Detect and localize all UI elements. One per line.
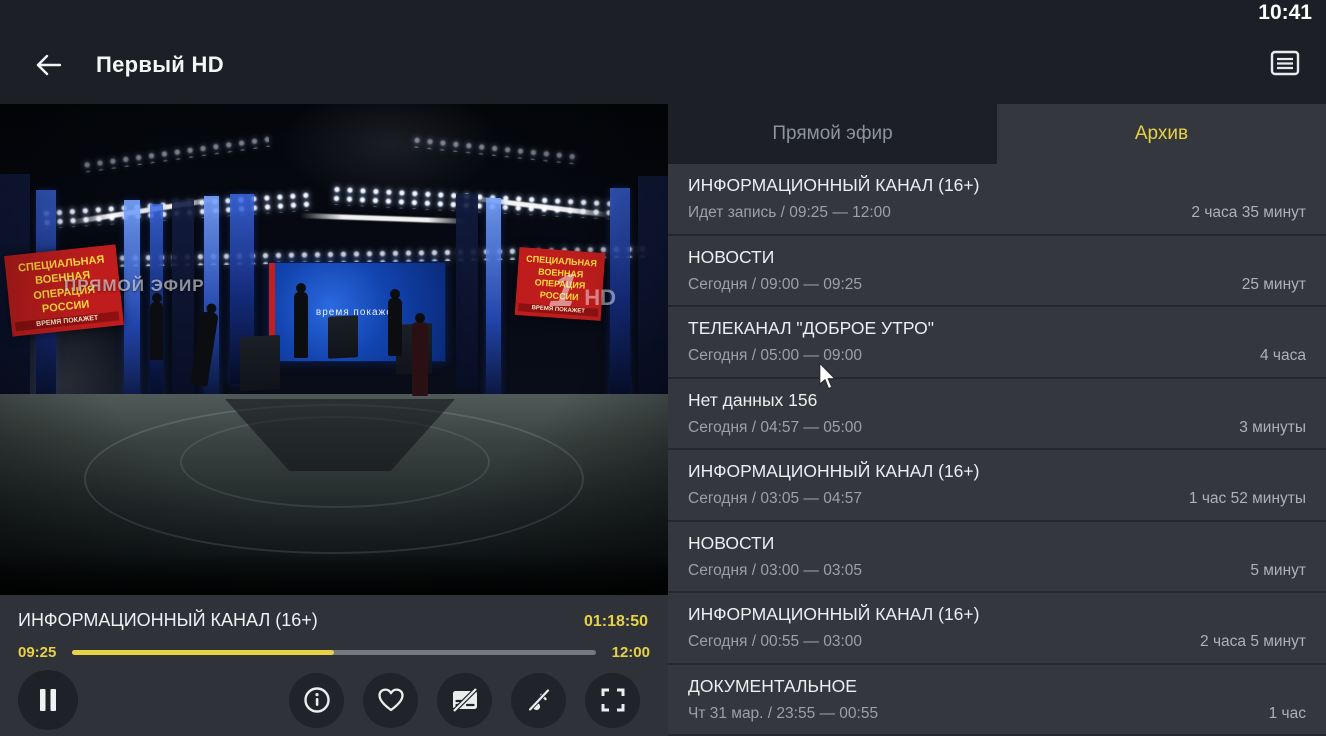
program-time: Сегодня / 05:00 — 09:00 bbox=[688, 347, 862, 365]
pause-button[interactable] bbox=[18, 670, 78, 730]
tv-player-app: 10:41 Первый HD bbox=[0, 0, 1326, 736]
playlist-menu-icon bbox=[1270, 50, 1300, 76]
archive-list-item[interactable]: НОВОСТИ Сегодня / 09:00 — 09:25 25 минут bbox=[668, 236, 1326, 308]
archive-list: ИНФОРМАЦИОННЫЙ КАНАЛ (16+) Идет запись /… bbox=[668, 164, 1326, 736]
progress-fill bbox=[72, 650, 334, 655]
program-title: ДОКУМЕНТАЛЬНОЕ bbox=[688, 676, 1306, 697]
light-streak bbox=[300, 213, 470, 224]
tab-live[interactable]: Прямой эфир bbox=[668, 104, 997, 164]
back-arrow-icon bbox=[35, 54, 61, 76]
screen-pillar bbox=[456, 194, 478, 389]
progress-row: 09:25 12:00 bbox=[0, 631, 668, 661]
channel-logo-hd: HD bbox=[584, 285, 616, 311]
archive-list-item[interactable]: Нет данных 156 Сегодня / 04:57 — 05:00 3 … bbox=[668, 379, 1326, 451]
subtitles-button[interactable] bbox=[437, 673, 492, 728]
program-duration: 4 часа bbox=[1260, 347, 1306, 365]
program-duration: 2 часа 35 минут bbox=[1191, 204, 1306, 222]
program-title: ИНФОРМАЦИОННЫЙ КАНАЛ (16+) bbox=[688, 175, 1306, 196]
program-time: Идет запись / 09:25 — 12:00 bbox=[688, 204, 891, 222]
program-title: Нет данных 156 bbox=[688, 390, 1306, 411]
pause-icon bbox=[38, 688, 58, 712]
program-title: НОВОСТИ bbox=[688, 533, 1306, 554]
now-playing-title: ИНФОРМАЦИОННЫЙ КАНАЛ (16+) bbox=[18, 610, 318, 631]
info-button[interactable] bbox=[289, 673, 344, 728]
person-silhouette bbox=[294, 292, 308, 358]
fullscreen-button[interactable] bbox=[585, 673, 640, 728]
page-title: Первый HD bbox=[96, 52, 224, 78]
end-time: 12:00 bbox=[612, 644, 650, 661]
program-title: ИНФОРМАЦИОННЫЙ КАНАЛ (16+) bbox=[688, 461, 1306, 482]
back-button[interactable] bbox=[28, 45, 68, 85]
channel-one-logo: 1 HD bbox=[551, 270, 616, 311]
program-duration: 3 минуты bbox=[1239, 419, 1306, 437]
program-panel: Прямой эфир Архив ИНФОРМАЦИОННЫЙ КАНАЛ (… bbox=[668, 104, 1326, 736]
archive-list-item[interactable]: ДОКУМЕНТАЛЬНОЕ Чт 31 мар. / 23:55 — 00:5… bbox=[668, 665, 1326, 736]
fullscreen-icon bbox=[600, 687, 626, 713]
now-playing-row: ИНФОРМАЦИОННЫЙ КАНАЛ (16+) 01:18:50 bbox=[0, 595, 668, 631]
status-clock: 10:41 bbox=[1258, 1, 1312, 25]
program-time: Чт 31 мар. / 23:55 — 00:55 bbox=[688, 705, 878, 723]
program-duration: 25 минут bbox=[1242, 276, 1306, 294]
elapsed-time: 01:18:50 bbox=[584, 613, 648, 631]
heart-icon bbox=[377, 687, 405, 713]
cut-button[interactable] bbox=[511, 673, 566, 728]
top-bar: 10:41 Первый HD bbox=[0, 0, 1326, 104]
program-duration: 1 час 52 минуты bbox=[1189, 490, 1306, 508]
video-bottom-shade bbox=[0, 553, 668, 595]
program-time: Сегодня / 03:05 — 04:57 bbox=[688, 490, 862, 508]
archive-list-item[interactable]: ИНФОРМАЦИОННЫЙ КАНАЛ (16+) Идет запись /… bbox=[668, 164, 1326, 236]
program-title: ИНФОРМАЦИОННЫЙ КАНАЛ (16+) bbox=[688, 604, 1306, 625]
player-control-bar: ИНФОРМАЦИОННЫЙ КАНАЛ (16+) 01:18:50 09:2… bbox=[0, 595, 668, 736]
archive-list-item[interactable]: ИНФОРМАЦИОННЫЙ КАНАЛ (16+) Сегодня / 03:… bbox=[668, 450, 1326, 522]
archive-list-item[interactable]: НОВОСТИ Сегодня / 03:00 — 03:05 5 минут bbox=[668, 522, 1326, 594]
screen-pillar bbox=[172, 200, 194, 400]
program-title: НОВОСТИ bbox=[688, 247, 1306, 268]
playlist-button[interactable] bbox=[1264, 42, 1306, 84]
program-time: Сегодня / 00:55 — 03:00 bbox=[688, 633, 862, 651]
subtitles-off-icon bbox=[450, 686, 480, 714]
person-silhouette bbox=[150, 302, 163, 360]
live-watermark: ПРЯМОЙ ЭФИР bbox=[64, 276, 205, 296]
program-duration: 5 минут bbox=[1250, 562, 1306, 580]
seek-bar[interactable] bbox=[72, 650, 595, 655]
scissors-off-icon bbox=[525, 686, 553, 714]
tab-archive[interactable]: Архив bbox=[997, 104, 1326, 164]
ceiling-lights bbox=[80, 135, 270, 173]
program-title: ТЕЛЕКАНАЛ "ДОБРОЕ УТРО" bbox=[688, 318, 1306, 339]
tab-bar: Прямой эфир Архив bbox=[668, 104, 1326, 164]
screen-pillar bbox=[124, 200, 140, 405]
playback-controls bbox=[18, 669, 640, 731]
channel-logo-number: 1 bbox=[547, 270, 580, 311]
video-player[interactable]: время покажет СПЕЦИАЛЬНАЯ ВОЕННАЯ ОПЕРАЦ… bbox=[0, 104, 668, 595]
screen-pillar bbox=[638, 176, 668, 411]
program-time: Сегодня / 04:57 — 05:00 bbox=[688, 419, 862, 437]
main-content: время покажет СПЕЦИАЛЬНАЯ ВОЕННАЯ ОПЕРАЦ… bbox=[0, 104, 1326, 736]
favorite-button[interactable] bbox=[363, 673, 418, 728]
program-time: Сегодня / 03:00 — 03:05 bbox=[688, 562, 862, 580]
program-time: Сегодня / 09:00 — 09:25 bbox=[688, 276, 862, 294]
program-duration: 2 часа 5 минут bbox=[1200, 633, 1306, 651]
start-time: 09:25 bbox=[18, 644, 56, 661]
archive-list-item[interactable]: ТЕЛЕКАНАЛ "ДОБРОЕ УТРО" Сегодня / 05:00 … bbox=[668, 307, 1326, 379]
podium bbox=[328, 315, 358, 359]
info-icon bbox=[303, 686, 331, 714]
archive-list-item[interactable]: ИНФОРМАЦИОННЫЙ КАНАЛ (16+) Сегодня / 00:… bbox=[668, 593, 1326, 665]
toolbar: Первый HD bbox=[0, 42, 1326, 88]
program-duration: 1 час bbox=[1269, 705, 1306, 723]
person-silhouette bbox=[388, 298, 402, 356]
player-section: время покажет СПЕЦИАЛЬНАЯ ВОЕННАЯ ОПЕРАЦ… bbox=[0, 104, 668, 736]
person-silhouette bbox=[412, 322, 428, 396]
screen-pillar bbox=[486, 198, 501, 398]
podium bbox=[240, 335, 280, 391]
